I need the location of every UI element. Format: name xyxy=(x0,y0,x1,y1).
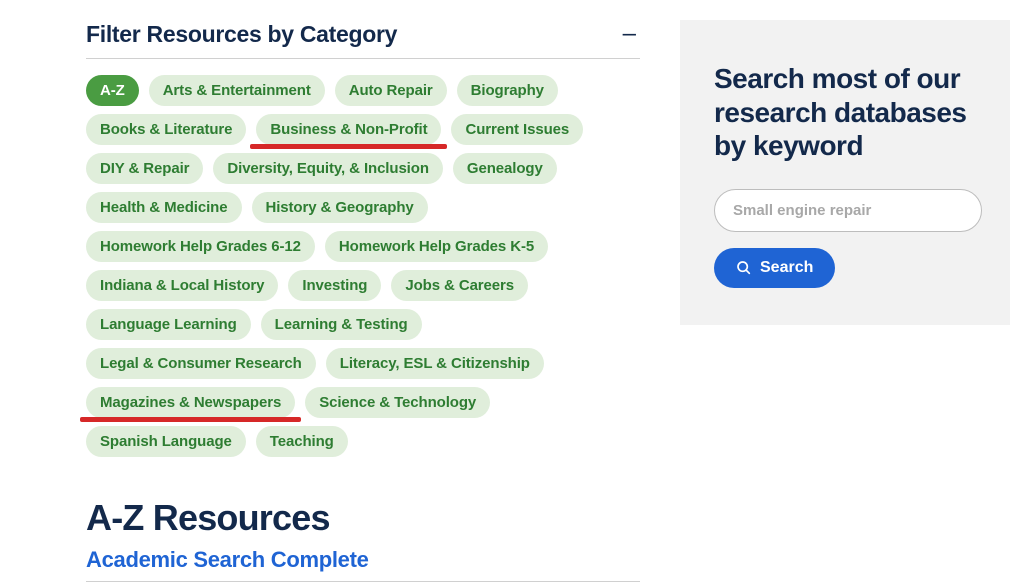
filter-header[interactable]: Filter Resources by Category – xyxy=(86,20,640,59)
category-pill[interactable]: Literacy, ESL & Citizenship xyxy=(326,348,544,379)
category-pill[interactable]: Magazines & Newspapers xyxy=(86,387,295,418)
category-pill[interactable]: DIY & Repair xyxy=(86,153,203,184)
category-pill[interactable]: Auto Repair xyxy=(335,75,447,106)
category-pills: A-Z Arts & Entertainment Auto Repair Biogra… xyxy=(86,75,640,457)
category-pill[interactable]: Teaching xyxy=(256,426,348,457)
category-pill[interactable]: Business & Non-Profit xyxy=(256,114,441,145)
category-pill[interactable]: History & Geography xyxy=(252,192,428,223)
category-pill[interactable]: Current Issues xyxy=(451,114,583,145)
category-pill[interactable]: Spanish Language xyxy=(86,426,246,457)
category-pill[interactable]: Learning & Testing xyxy=(261,309,422,340)
category-pill[interactable]: Homework Help Grades K-5 xyxy=(325,231,548,262)
results-heading: A-Z Resources xyxy=(86,497,640,539)
collapse-icon[interactable]: – xyxy=(623,20,640,48)
category-pill[interactable]: Science & Technology xyxy=(305,387,490,418)
category-pill[interactable]: A-Z xyxy=(86,75,139,106)
search-panel: Search most of our research databases by… xyxy=(680,20,1010,325)
search-title: Search most of our research databases by… xyxy=(714,62,982,163)
category-pill[interactable]: Diversity, Equity, & Inclusion xyxy=(213,153,443,184)
category-pill[interactable]: Jobs & Careers xyxy=(391,270,528,301)
search-input[interactable] xyxy=(714,189,982,232)
category-pill[interactable]: Homework Help Grades 6-12 xyxy=(86,231,315,262)
category-pill[interactable]: Health & Medicine xyxy=(86,192,242,223)
highlight-underline xyxy=(80,417,301,422)
search-button[interactable]: Search xyxy=(714,248,835,288)
category-pill[interactable]: Biography xyxy=(457,75,558,106)
category-pill[interactable]: Arts & Entertainment xyxy=(149,75,325,106)
category-pill[interactable]: Investing xyxy=(288,270,381,301)
results-section: A-Z Resources Academic Search Complete xyxy=(86,497,640,582)
category-pill[interactable]: Genealogy xyxy=(453,153,557,184)
search-icon xyxy=(736,260,752,276)
search-button-label: Search xyxy=(760,259,813,277)
category-pill[interactable]: Legal & Consumer Research xyxy=(86,348,316,379)
filter-panel: Filter Resources by Category – A-Z Arts &… xyxy=(0,20,640,582)
category-pill[interactable]: Books & Literature xyxy=(86,114,246,145)
result-link[interactable]: Academic Search Complete xyxy=(86,547,640,582)
highlight-underline xyxy=(250,144,447,149)
filter-title: Filter Resources by Category xyxy=(86,21,397,48)
category-pill[interactable]: Language Learning xyxy=(86,309,251,340)
category-pill[interactable]: Indiana & Local History xyxy=(86,270,278,301)
